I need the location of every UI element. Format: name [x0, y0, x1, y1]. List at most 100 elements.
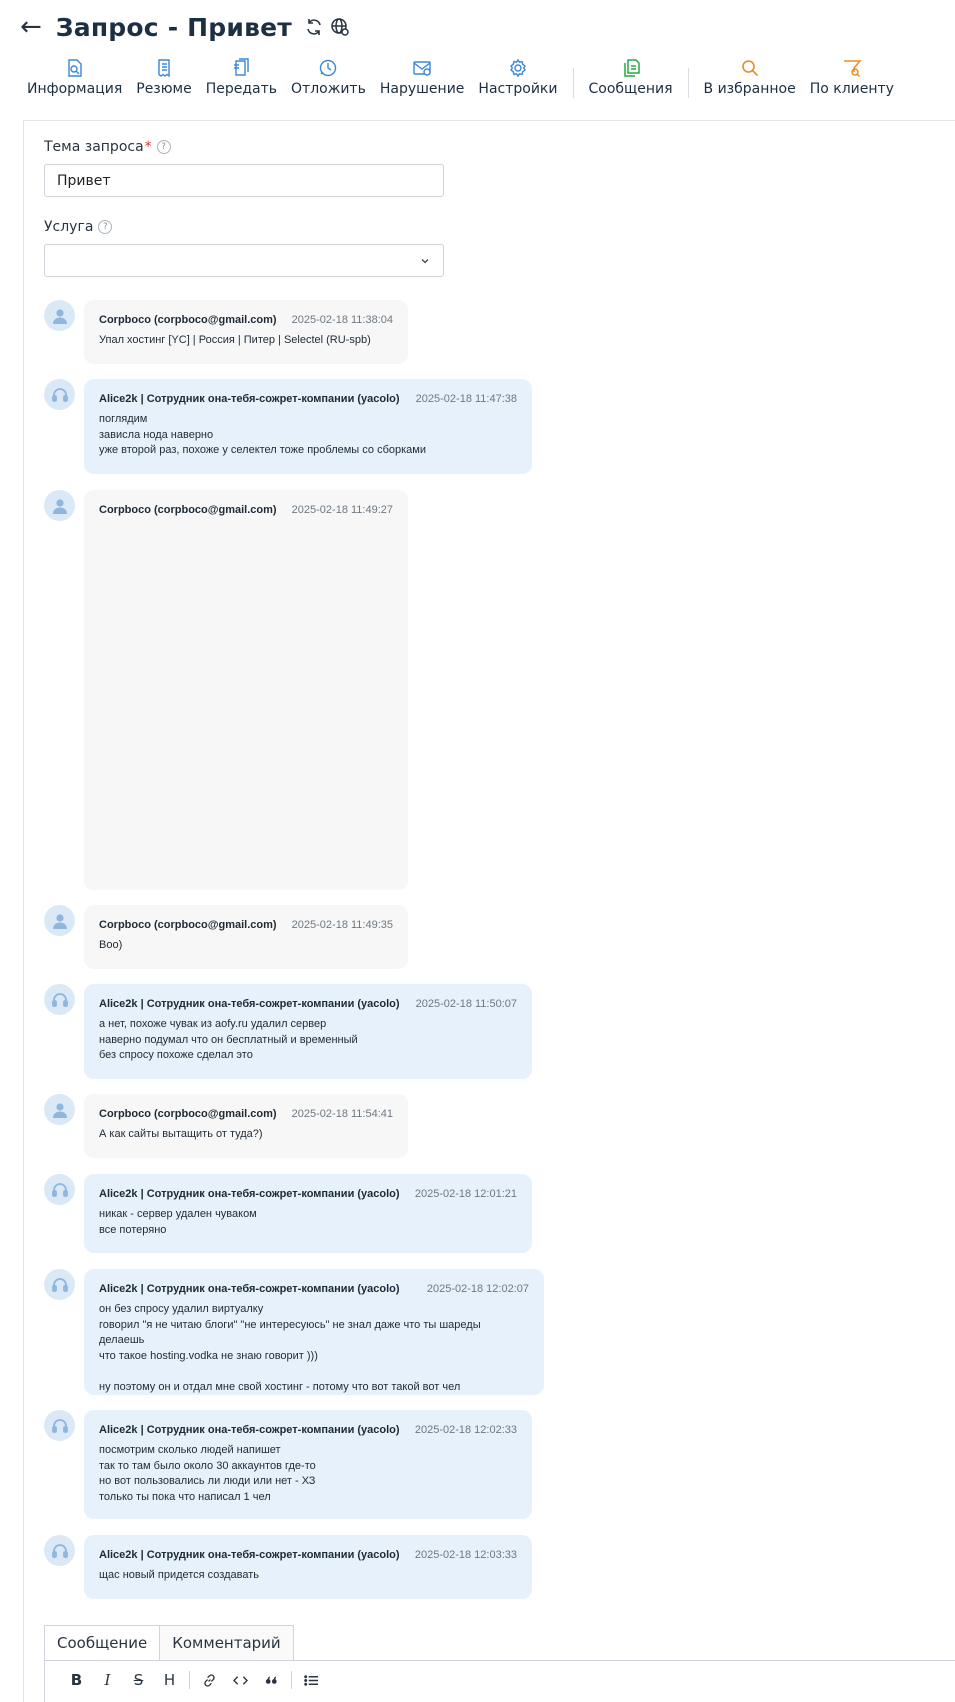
violation-button[interactable]: Нарушение — [373, 58, 472, 97]
message-bubble: Alice2k | Сотрудник она-тебя-сожрет-комп… — [84, 1174, 532, 1253]
filter-search-icon — [843, 60, 862, 78]
message-meta: Alice2k | Сотрудник она-тебя-сожрет-комп… — [99, 1283, 529, 1295]
bold-button[interactable]: B — [61, 1671, 92, 1689]
subject-input[interactable]: Привет — [44, 164, 444, 197]
editor-divider — [189, 1671, 190, 1689]
message-bubble: Alice2k | Сотрудник она-тебя-сожрет-комп… — [84, 1410, 532, 1519]
message-timestamp: 2025-02-18 11:38:04 — [291, 314, 393, 326]
back-arrow-icon[interactable]: ← — [20, 14, 42, 40]
message-text: он без спросу удалил виртуалку говорил "… — [99, 1303, 481, 1393]
message-author: Alice2k | Сотрудник она-тебя-сожрет-комп… — [99, 1424, 400, 1436]
message-text: а нет, похоже чувак из aofy.ru удалил се… — [99, 1018, 358, 1061]
message-text: никак - сервер удален чуваком все потеря… — [99, 1208, 257, 1236]
italic-button[interactable]: I — [92, 1671, 123, 1689]
receipt-icon — [158, 59, 170, 78]
help-icon[interactable]: ? — [98, 220, 113, 234]
link-icon — [204, 1673, 215, 1687]
message-timestamp: 2025-02-18 11:49:27 — [291, 504, 393, 516]
help-icon[interactable]: ? — [156, 140, 171, 154]
search-icon — [741, 60, 758, 77]
message-author: Alice2k | Сотрудник она-тебя-сожрет-комп… — [99, 1188, 400, 1200]
message-timestamp: 2025-02-18 12:02:33 — [414, 1424, 517, 1436]
link-button[interactable] — [194, 1673, 225, 1688]
messages-button[interactable]: Сообщения — [582, 58, 680, 97]
by-client-button[interactable]: По клиенту — [803, 58, 901, 97]
bullet-list-button[interactable] — [296, 1673, 327, 1688]
toolbar-divider — [572, 68, 574, 98]
message-timestamp: 2025-02-18 12:01:21 — [414, 1188, 517, 1200]
gear-icon — [510, 58, 526, 78]
user-icon — [44, 300, 75, 331]
message-author: Alice2k | Сотрудник она-тебя-сожрет-комп… — [99, 1283, 400, 1295]
message-bubble: Alice2k | Сотрудник она-тебя-сожрет-комп… — [84, 984, 532, 1079]
settings-button[interactable]: Настройки — [471, 58, 564, 97]
message-timestamp: 2025-02-18 11:50:07 — [415, 998, 517, 1010]
message-bubble: Alice2k | Сотрудник она-тебя-сожрет-комп… — [84, 1269, 544, 1395]
headset-icon — [44, 1535, 75, 1566]
message-bubble: Alice2k | Сотрудник она-тебя-сожрет-комп… — [84, 1535, 532, 1599]
message-text: А как сайты вытащить от туда?) — [99, 1128, 263, 1140]
message-meta: Corpboco (corpboco@gmail.com) 2025-02-18 … — [99, 1108, 393, 1120]
page-header: ← Запрос - Привет — [0, 0, 955, 54]
message-bubble: Corpboco (corpboco@gmail.com) 2025-02-18 … — [84, 1094, 408, 1158]
message-timestamp: 2025-02-18 11:54:41 — [291, 1108, 393, 1120]
message-bubble: Corpboco (corpboco@gmail.com) 2025-02-18 … — [84, 300, 408, 364]
chevron-down-icon — [421, 259, 429, 264]
message-author: Corpboco (corpboco@gmail.com) — [99, 1108, 277, 1120]
editor-divider — [291, 1671, 292, 1689]
message-text: посмотрим сколько людей напишет так то т… — [99, 1444, 316, 1503]
quote-icon — [265, 1676, 277, 1684]
message-author: Corpboco (corpboco@gmail.com) — [99, 504, 277, 516]
message-meta: Corpboco (corpboco@gmail.com) 2025-02-18 … — [99, 314, 393, 326]
code-button[interactable] — [225, 1673, 256, 1688]
transfer-button[interactable]: Передать — [199, 58, 284, 97]
summary-button[interactable]: Резюме — [129, 58, 198, 97]
message-meta: Corpboco (corpboco@gmail.com) 2025-02-18 … — [99, 919, 393, 931]
service-select[interactable] — [44, 244, 444, 277]
headset-icon — [44, 379, 75, 410]
message-bubble: Corpboco (corpboco@gmail.com) 2025-02-18 … — [84, 490, 408, 890]
message-meta: Alice2k | Сотрудник она-тебя-сожрет-комп… — [99, 998, 517, 1010]
strikethrough-button[interactable]: S — [123, 1671, 154, 1689]
message-meta: Alice2k | Сотрудник она-тебя-сожрет-комп… — [99, 1549, 517, 1561]
subject-label: Тема запроса * ? — [44, 139, 171, 155]
info-button[interactable]: Информация — [20, 58, 129, 97]
message-text: Упал хостинг [YC] | Россия | Питер | Sel… — [99, 334, 371, 346]
message-text: поглядим зависла нода наверно уже второй… — [99, 413, 426, 456]
heading-button[interactable]: H — [154, 1671, 185, 1689]
service-label: Услуга ? — [44, 219, 113, 235]
message-bubble: Corpboco (corpboco@gmail.com) 2025-02-18 … — [84, 905, 408, 969]
postpone-button[interactable]: Отложить — [284, 58, 373, 97]
message-bubble: Alice2k | Сотрудник она-тебя-сожрет-комп… — [84, 379, 532, 474]
quote-button[interactable] — [256, 1673, 287, 1688]
action-toolbar: Информация Резюме Передать Отложить Нару… — [20, 58, 901, 108]
message-author: Alice2k | Сотрудник она-тебя-сожрет-комп… — [99, 998, 400, 1010]
document-search-icon — [67, 59, 82, 77]
headset-icon — [44, 1269, 75, 1300]
message-author: Corpboco (corpboco@gmail.com) — [99, 919, 277, 931]
transfer-document-icon — [234, 58, 250, 76]
message-meta: Alice2k | Сотрудник она-тебя-сожрет-комп… — [99, 1424, 517, 1436]
globe-icon[interactable] — [330, 17, 350, 37]
user-icon — [44, 905, 75, 936]
refresh-icon[interactable] — [304, 17, 324, 37]
message-author: Corpboco (corpboco@gmail.com) — [99, 314, 277, 326]
list-icon — [304, 1674, 319, 1686]
message-timestamp: 2025-02-18 11:47:38 — [415, 393, 517, 405]
required-marker: * — [144, 139, 152, 155]
message-timestamp: 2025-02-18 12:02:07 — [426, 1283, 529, 1295]
message-author: Alice2k | Сотрудник она-тебя-сожрет-комп… — [99, 1549, 400, 1561]
editor-toolbar: B I S H — [45, 1661, 955, 1699]
tab-comment[interactable]: Комментарий — [160, 1625, 294, 1661]
message-author: Alice2k | Сотрудник она-тебя-сожрет-комп… — [99, 393, 400, 405]
message-timestamp: 2025-02-18 12:03:33 — [414, 1549, 517, 1561]
message-text: Boo) — [99, 939, 123, 951]
favorites-button[interactable]: В избранное — [697, 58, 803, 97]
headset-icon — [44, 1174, 75, 1205]
message-meta: Corpboco (corpboco@gmail.com) 2025-02-18 … — [99, 504, 393, 516]
message-text: щас новый придется создавать — [99, 1569, 260, 1581]
message-editor[interactable]: B I S H — [44, 1660, 955, 1702]
clock-icon — [320, 59, 337, 77]
toolbar-divider — [687, 68, 689, 98]
tab-message[interactable]: Сообщение — [44, 1625, 161, 1661]
